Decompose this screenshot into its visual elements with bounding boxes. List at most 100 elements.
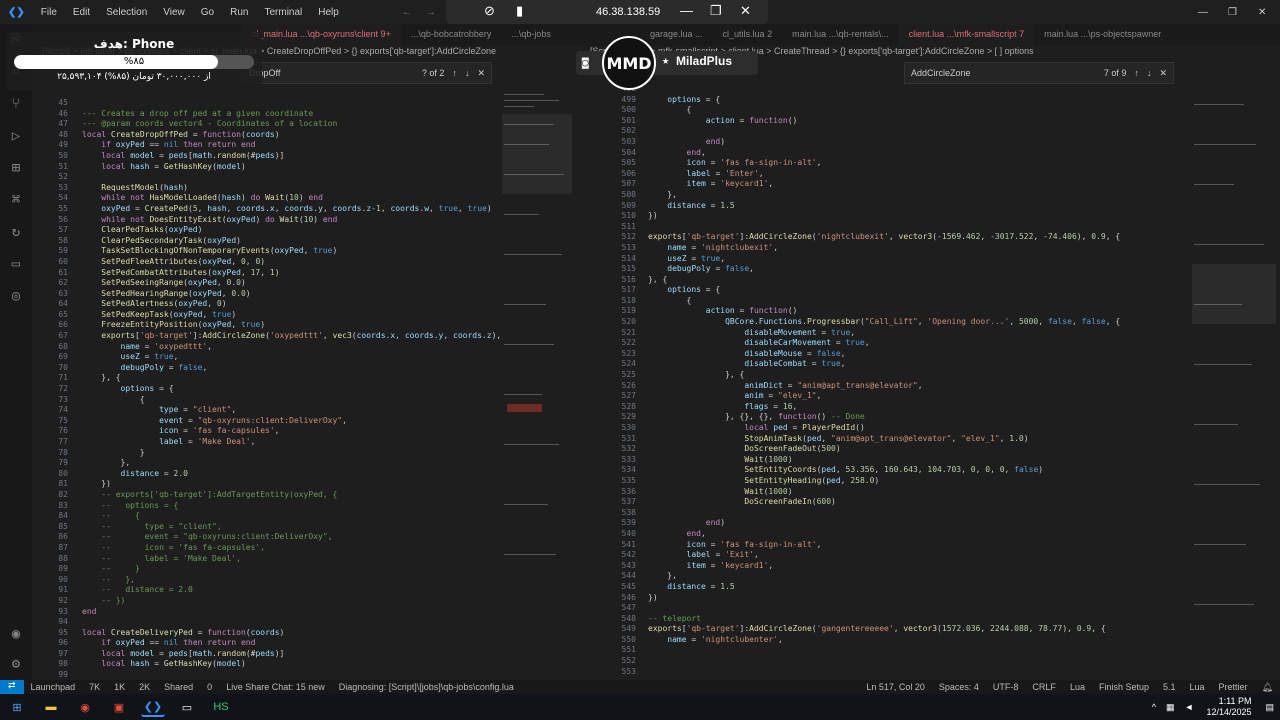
camera-icon: ◙: [582, 56, 589, 69]
tab-qb-jobs[interactable]: ...\qb-jobs: [501, 24, 561, 46]
find-next-icon[interactable]: ↓: [1147, 68, 1152, 78]
status-prettier[interactable]: Prettier: [1212, 682, 1255, 692]
vscode-taskbar-icon[interactable]: ❮❯: [141, 697, 165, 717]
find-prev-icon[interactable]: ↑: [1134, 68, 1139, 78]
account-icon[interactable]: ◉: [0, 618, 32, 650]
window-close-icon[interactable]: ✕: [1258, 7, 1266, 18]
find-close-icon[interactable]: ✕: [1159, 68, 1167, 79]
notifications-bell-icon[interactable]: 🔔︎: [1255, 682, 1280, 693]
left-find-widget: DropOff ? of 2 ↑ ↓ ✕: [242, 62, 492, 84]
status-shared[interactable]: Shared: [157, 682, 200, 692]
forward-arrow-icon[interactable]: →: [426, 7, 436, 18]
pin-icon[interactable]: ⊘: [484, 3, 495, 19]
find-prev-icon[interactable]: ↑: [452, 68, 457, 78]
status-indentation[interactable]: Spaces: 4: [932, 682, 986, 692]
back-arrow-icon[interactable]: ←: [402, 7, 412, 18]
menu-help[interactable]: Help: [310, 7, 347, 18]
right-minimap-svg: [1192, 104, 1276, 605]
menu-run[interactable]: Run: [222, 7, 256, 18]
left-minimap-svg: [502, 94, 572, 555]
status-count-2[interactable]: 1K: [107, 682, 132, 692]
status-encoding[interactable]: UTF-8: [986, 682, 1026, 692]
menu-file[interactable]: File: [33, 7, 65, 18]
remote-indicator-icon[interactable]: ⇄: [0, 680, 24, 694]
terminal-taskbar-icon[interactable]: ▭: [175, 697, 199, 717]
find-next-icon[interactable]: ↓: [465, 68, 470, 78]
live-share-icon[interactable]: ↻: [0, 216, 32, 248]
window-restore-icon[interactable]: ❐: [1228, 7, 1237, 18]
left-minimap[interactable]: [502, 84, 572, 604]
terminal-icon[interactable]: ▭: [0, 248, 32, 280]
clock-date: 12/14/2025: [1206, 707, 1252, 717]
badge-logo: MMD: [602, 36, 656, 90]
notification-center-icon[interactable]: ▤: [1259, 702, 1280, 713]
rdp-close-icon[interactable]: ✕: [740, 3, 751, 19]
star-glyph-icon: ★: [662, 53, 670, 67]
right-find-widget: AddCircleZone 7 of 9 ↑ ↓ ✕: [904, 62, 1174, 84]
find-close-icon[interactable]: ✕: [477, 68, 485, 79]
clock[interactable]: 1:11 PM 12/14/2025: [1198, 696, 1259, 718]
left-editor-pane: cl_main.lua ...\qb-oxyruns\client 9+ ...…: [32, 24, 580, 680]
tab-main-objectspawner[interactable]: main.lua ...\ps-objectspawner: [1034, 24, 1171, 46]
status-launchpad[interactable]: Launchpad: [24, 682, 83, 692]
right-find-count: 7 of 9: [1103, 68, 1127, 78]
file-explorer-icon[interactable]: ▬: [39, 697, 63, 717]
rdp-restore-icon[interactable]: ❐: [710, 3, 722, 19]
status-language[interactable]: Lua: [1063, 682, 1092, 692]
extensions-icon[interactable]: ⊞: [0, 152, 32, 184]
menu-view[interactable]: View: [155, 7, 193, 18]
right-minimap[interactable]: [1192, 84, 1276, 674]
status-live-share[interactable]: Live Share Chat: 15 new: [219, 682, 332, 692]
menu-selection[interactable]: Selection: [98, 7, 155, 18]
status-eol[interactable]: CRLF: [1025, 682, 1063, 692]
right-editor-pane: garage.lua ... cl_utils.lua 2 main.lua .…: [580, 24, 1280, 680]
left-line-numbers: 45 46 47 48 49 50 51 52 53 54 55 56 57 58 59 60 61 62 63 64…: [58, 98, 68, 680]
status-diagnosing[interactable]: Diagnosing: [Script]\[jobs]\qb-jobs\conf…: [332, 682, 521, 692]
goal-progress-bar: %۸۵: [14, 55, 254, 69]
status-count-1[interactable]: 7K: [82, 682, 107, 692]
status-ports[interactable]: 0: [200, 682, 219, 692]
right-find-input[interactable]: AddCircleZone: [911, 68, 1096, 78]
tab-bobcat[interactable]: ...\qb-bobcatrobbery: [401, 24, 502, 46]
menu-edit[interactable]: Edit: [65, 7, 98, 18]
goal-overlay: هدف: Phone %۸۵ ۲۵,۵۹۳,۱۰۴ از ۳۰,۰۰۰,۰۰۰ …: [6, 32, 262, 90]
run-debug-icon[interactable]: ▷: [0, 120, 32, 152]
network-icon[interactable]: ▦: [1161, 702, 1180, 713]
right-code[interactable]: options = { { action = function() end) e…: [648, 84, 1120, 656]
status-cursor-position[interactable]: Ln 517, Col 20: [859, 682, 932, 692]
left-find-count: ? of 2: [421, 68, 445, 78]
tab-cl-main[interactable]: cl_main.lua ...\qb-oxyruns\client 9+: [242, 24, 401, 46]
left-find-input[interactable]: DropOff: [249, 68, 414, 78]
status-lua[interactable]: Lua: [1183, 682, 1212, 692]
left-code[interactable]: --- Creates a drop off ped at a given co…: [82, 98, 530, 680]
start-windows-icon[interactable]: ⊞: [5, 697, 29, 717]
menu-go[interactable]: Go: [193, 7, 222, 18]
window-minimize-icon[interactable]: —: [1198, 7, 1208, 18]
remote-desktop-bar: ⊘ ▮ 46.38.138.59 — ❐ ✕: [446, 0, 768, 24]
source-control-icon[interactable]: ⑂: [0, 88, 32, 120]
badge-name-text: MiladPlus: [676, 54, 733, 68]
rdp-minimize-icon[interactable]: —: [680, 3, 693, 18]
status-lua-version[interactable]: 5.1: [1156, 682, 1183, 692]
volume-icon[interactable]: ◄: [1180, 702, 1199, 712]
clock-time: 1:11 PM: [1218, 696, 1252, 706]
hs-app-icon[interactable]: HS: [209, 697, 233, 717]
remote-ip: 46.38.138.59: [596, 6, 661, 18]
tray-chevron-icon[interactable]: ^: [1147, 702, 1161, 712]
remote-icon[interactable]: ⌘: [0, 184, 32, 216]
goal-progress-text: ۲۵,۵۹۳,۱۰۴ از ۳۰,۰۰۰,۰۰۰ تومان (۸۵%): [57, 72, 211, 82]
right-line-numbers: 4984995005015025035045055065075085095105…: [621, 84, 636, 676]
goal-title: هدف: Phone: [93, 37, 175, 51]
badge-name: MiladPlus: [676, 54, 732, 68]
settings-gear-icon[interactable]: ⚙: [0, 648, 32, 680]
activity-bar: ⎘ ⌕ ⑂ ▷ ⊞ ⌘ ↻ ▭ ◎ ◉ ⚙: [0, 24, 32, 680]
menu-terminal[interactable]: Terminal: [256, 7, 310, 18]
signal-icon: ▮: [516, 3, 524, 18]
status-count-3[interactable]: 2K: [132, 682, 157, 692]
app-red-icon[interactable]: ▣: [107, 697, 131, 717]
github-icon[interactable]: ◎: [0, 280, 32, 312]
chrome-icon[interactable]: ◉: [73, 697, 97, 717]
tab-main-rentals[interactable]: main.lua ...\qb-rentals\...: [782, 24, 899, 46]
tab-client-lua[interactable]: client.lua ...\mfk-smallscript 7: [898, 24, 1035, 46]
status-finish-setup[interactable]: Finish Setup: [1092, 682, 1156, 692]
